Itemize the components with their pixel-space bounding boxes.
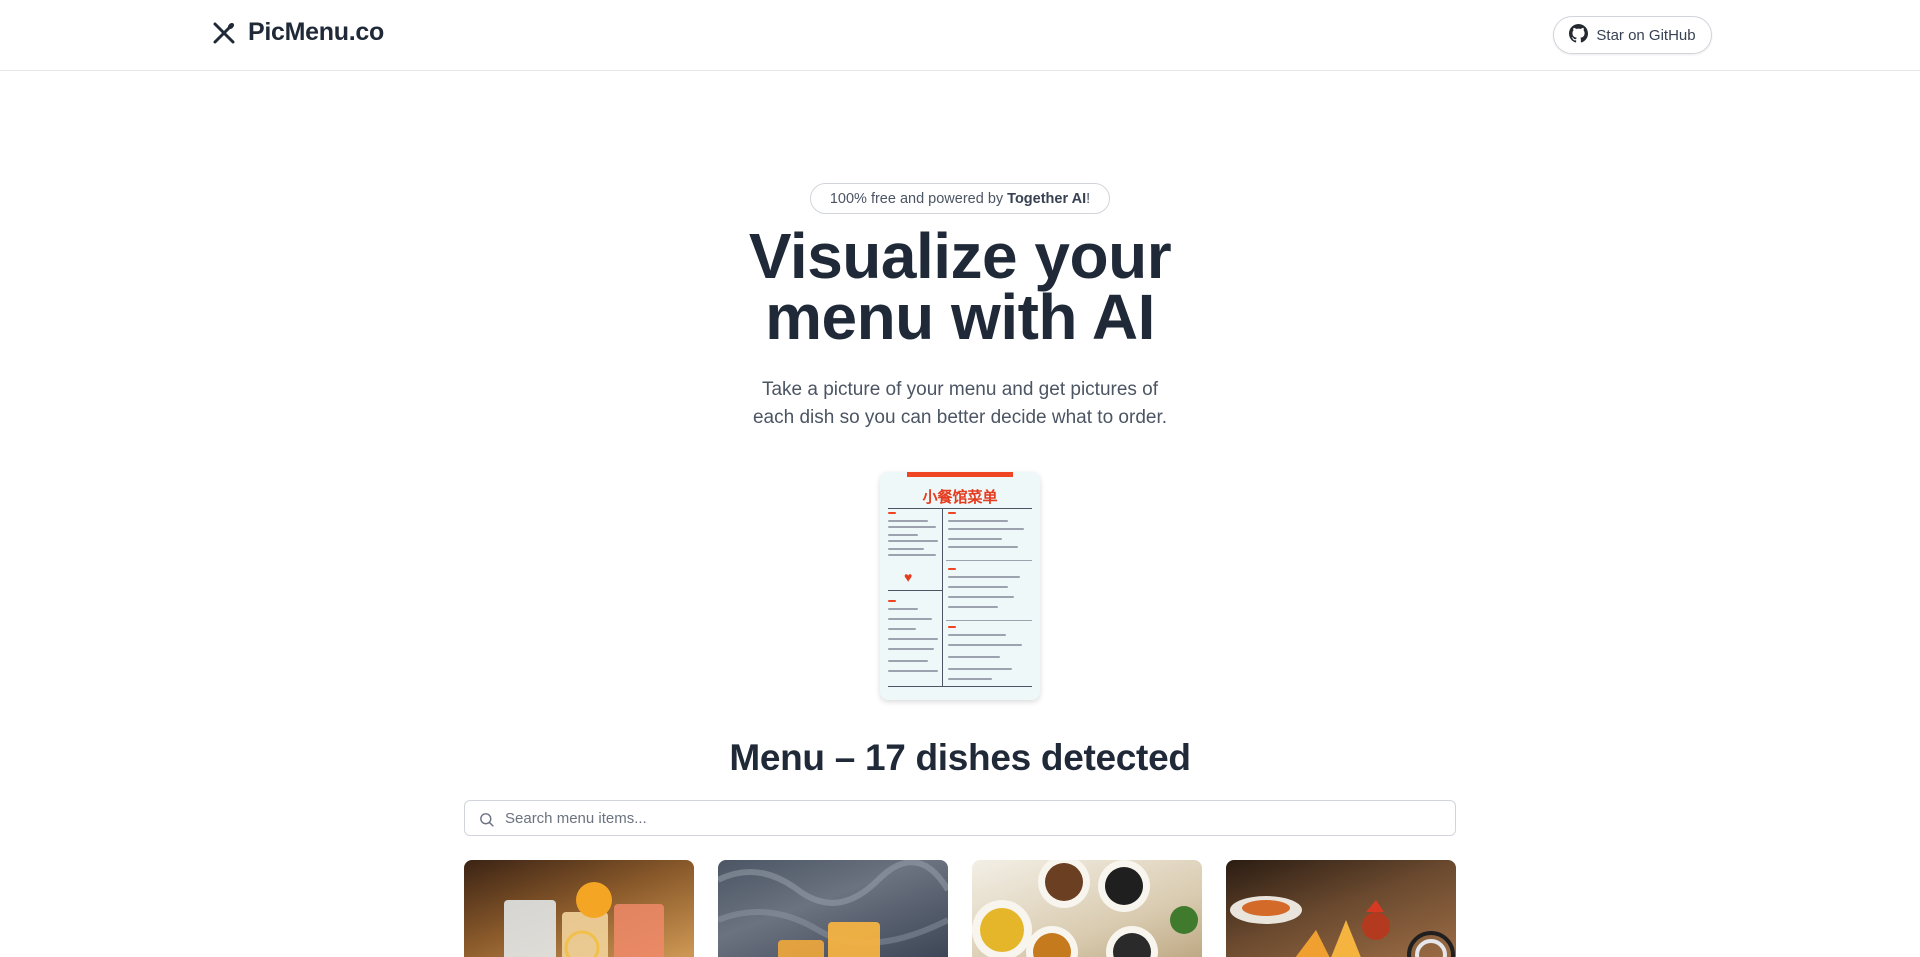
github-button-label: Star on GitHub (1596, 26, 1696, 44)
menu-image-rule (946, 560, 1032, 561)
menu-image-text (948, 634, 1006, 636)
dish-card[interactable] (464, 860, 694, 957)
menu-image-rule (888, 686, 1032, 687)
powered-by-badge: 100% free and powered by Together AI ! (810, 183, 1110, 214)
menu-image-text (888, 526, 936, 528)
menu-image-text (948, 576, 1020, 578)
menu-image-top-bar (907, 472, 1013, 477)
menu-image-text (948, 596, 1014, 598)
dish-image (972, 860, 1198, 957)
menu-image-section (888, 600, 896, 602)
menu-image-text (888, 628, 916, 630)
badge-brand[interactable]: Together AI (1007, 191, 1086, 207)
badge-suffix: ! (1086, 190, 1091, 207)
menu-image-section (948, 512, 956, 514)
subtitle-line-2: each dish so you can better decide what … (752, 407, 1168, 428)
dish-card[interactable] (1226, 860, 1456, 957)
dish-card[interactable] (718, 860, 948, 957)
menu-image-text (948, 538, 1002, 540)
menu-image-rule (888, 590, 942, 591)
menu-image-section (888, 512, 896, 514)
menu-image-title: 小餐馆菜单 (922, 489, 998, 506)
menu-image-rule (888, 508, 1032, 509)
github-icon (1569, 23, 1589, 47)
dish-image (504, 882, 664, 957)
menu-image-text (888, 648, 934, 650)
menu-image-text (888, 540, 938, 542)
logo[interactable]: PicMenu.co (210, 18, 384, 47)
menu-image-text (888, 660, 928, 662)
utensils-icon (210, 19, 238, 47)
menu-image-text (948, 644, 1022, 646)
search-bar (464, 800, 1456, 836)
menu-image-text (948, 528, 1024, 530)
site-header: PicMenu.co Star on GitHub (0, 0, 1920, 71)
dish-image (1230, 896, 1455, 957)
badge-prefix: 100% free and powered by (829, 190, 1008, 207)
menu-image-text (948, 586, 1008, 588)
menu-image-text (888, 638, 938, 640)
dish-card[interactable] (972, 860, 1202, 957)
title-line-2: menu with AI (765, 281, 1155, 353)
search-input[interactable] (505, 801, 1445, 835)
menu-image-text (948, 668, 1012, 670)
subtitle-line-1: Take a picture of your menu and get pict… (761, 379, 1159, 400)
menu-image-text (888, 548, 924, 550)
menu-image-text (948, 546, 1018, 548)
page-title: Visualize your menu with AI (660, 224, 1260, 349)
page-subtitle: Take a picture of your menu and get pict… (700, 376, 1220, 432)
dish-image (718, 860, 948, 957)
menu-image-rule (946, 620, 1032, 621)
menu-image-text (948, 678, 992, 680)
menu-image-text (948, 656, 1000, 658)
menu-results-heading: Menu – 17 dishes detected (729, 737, 1191, 778)
star-on-github-button[interactable]: Star on GitHub (1553, 16, 1712, 54)
menu-image-text (888, 618, 932, 620)
menu-image-section (948, 568, 956, 570)
menu-image-column-divider (942, 508, 943, 686)
menu-image-text (888, 534, 918, 536)
uploaded-menu-image: 小餐馆菜单 ♥ (880, 472, 1040, 700)
menu-image-text (888, 670, 938, 672)
logo-text: PicMenu.co (248, 18, 384, 46)
menu-image-text (948, 606, 998, 608)
menu-image-text (888, 554, 936, 556)
menu-image-section (948, 626, 956, 628)
menu-image-text (948, 520, 1008, 522)
menu-image-text (888, 608, 918, 610)
menu-image-text (888, 520, 928, 522)
heart-icon: ♥ (904, 569, 913, 585)
